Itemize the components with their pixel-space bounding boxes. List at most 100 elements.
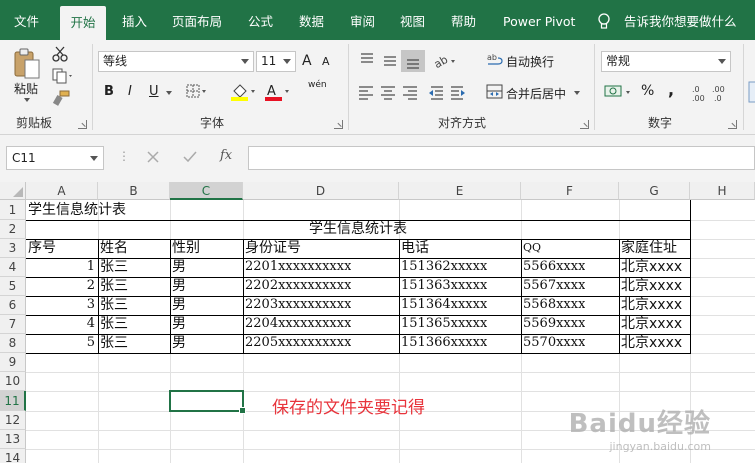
row-header-7[interactable]: 7 xyxy=(0,315,26,334)
cancel-icon[interactable] xyxy=(146,150,160,164)
table-cell[interactable]: 男 xyxy=(172,334,186,352)
table-cell[interactable]: 151363xxxxx xyxy=(401,277,487,295)
column-header-a[interactable]: A xyxy=(26,182,98,200)
row-header-5[interactable]: 5 xyxy=(0,277,26,296)
horizontal-align-icons[interactable] xyxy=(357,84,467,102)
font-color-icon[interactable]: A xyxy=(264,82,290,102)
header-cell-phone[interactable]: 电话 xyxy=(401,239,429,257)
row-header-6[interactable]: 6 xyxy=(0,296,26,315)
column-header-h[interactable]: H xyxy=(690,182,755,200)
chevron-down-icon[interactable] xyxy=(718,59,726,64)
percent-button[interactable]: % xyxy=(641,83,654,99)
tab-power-pivot[interactable]: Power Pivot xyxy=(503,0,575,40)
wrap-text-icon[interactable]: ab xyxy=(486,51,504,69)
conditional-format-icon[interactable] xyxy=(748,80,755,104)
worksheet-grid[interactable]: A B C D E F G H 1 2 3 4 5 6 7 8 9 10 11 … xyxy=(0,182,755,463)
grow-font-button[interactable]: A xyxy=(302,53,312,69)
comma-button[interactable]: , xyxy=(668,80,674,99)
fill-color-icon[interactable] xyxy=(230,82,256,102)
orientation-icon[interactable]: ab xyxy=(432,52,458,70)
header-cell-gender[interactable]: 性别 xyxy=(172,239,200,257)
row-header-12[interactable]: 12 xyxy=(0,411,26,430)
table-cell[interactable]: 2201xxxxxxxxxx xyxy=(245,258,351,276)
tab-insert[interactable]: 插入 xyxy=(122,0,147,40)
table-cell[interactable]: 北京xxxx xyxy=(621,277,682,295)
table-cell[interactable]: 5569xxxx xyxy=(523,315,585,333)
row-header-13[interactable]: 13 xyxy=(0,430,26,449)
enter-check-icon[interactable] xyxy=(182,150,198,164)
table-cell[interactable]: 张三 xyxy=(100,315,128,333)
formula-input[interactable] xyxy=(248,146,755,170)
column-header-c[interactable]: C xyxy=(170,182,243,200)
active-cell-c11[interactable] xyxy=(169,390,246,414)
number-launcher-icon[interactable] xyxy=(728,120,737,129)
font-name-combo[interactable]: 等线 xyxy=(98,51,254,72)
alignment-launcher-icon[interactable] xyxy=(580,120,589,129)
name-box[interactable]: C11 xyxy=(6,146,104,170)
header-cell-id-number[interactable]: 身份证号 xyxy=(245,239,301,257)
row-header-3[interactable]: 3 xyxy=(0,239,26,258)
font-launcher-icon[interactable] xyxy=(334,120,343,129)
table-cell[interactable]: 男 xyxy=(172,315,186,333)
insert-function-button[interactable]: fx xyxy=(220,148,232,163)
table-cell[interactable]: 张三 xyxy=(100,258,128,276)
table-cell[interactable]: 2 xyxy=(26,277,98,295)
table-cell[interactable]: 151362xxxxx xyxy=(401,258,487,276)
table-cell[interactable]: 5566xxxx xyxy=(523,258,585,276)
table-cell[interactable]: 北京xxxx xyxy=(621,296,682,314)
column-header-d[interactable]: D xyxy=(243,182,399,200)
table-cell[interactable]: 1 xyxy=(26,258,98,276)
wrap-text-button[interactable]: 自动换行 xyxy=(506,53,554,70)
table-cell[interactable]: 151364xxxxx xyxy=(401,296,487,314)
number-format-combo[interactable]: 常规 xyxy=(601,51,731,72)
merge-center-button[interactable]: 合并后居中 xyxy=(506,85,566,102)
header-cell-seq[interactable]: 序号 xyxy=(28,239,56,257)
table-cell[interactable]: 2202xxxxxxxxxx xyxy=(245,277,351,295)
header-cell-name[interactable]: 姓名 xyxy=(100,239,128,257)
tell-me-search[interactable]: 告诉我你想要做什么 xyxy=(624,0,737,40)
table-cell[interactable]: 151365xxxxx xyxy=(401,315,487,333)
row-header-2[interactable]: 2 xyxy=(0,220,26,239)
table-cell[interactable]: 张三 xyxy=(100,334,128,352)
table-cell[interactable]: 2204xxxxxxxxxx xyxy=(245,315,351,333)
cell-a1[interactable]: 学生信息统计表 xyxy=(28,201,126,219)
tab-review[interactable]: 审阅 xyxy=(350,0,375,40)
column-header-e[interactable]: E xyxy=(399,182,521,200)
chevron-down-icon[interactable] xyxy=(90,156,98,161)
tab-formulas[interactable]: 公式 xyxy=(248,0,273,40)
tab-view[interactable]: 视图 xyxy=(400,0,425,40)
table-cell[interactable]: 151366xxxxx xyxy=(401,334,487,352)
underline-button[interactable]: U xyxy=(149,84,159,99)
row-header-11[interactable]: 11 xyxy=(0,391,26,411)
chevron-down-icon[interactable] xyxy=(283,59,291,64)
table-cell[interactable]: 2205xxxxxxxxxx xyxy=(245,334,351,352)
table-cell[interactable]: 5570xxxx xyxy=(523,334,585,352)
table-cell[interactable]: 4 xyxy=(26,315,98,333)
table-cell[interactable]: 北京xxxx xyxy=(621,334,682,352)
table-cell[interactable]: 男 xyxy=(172,277,186,295)
table-cell[interactable]: 北京xxxx xyxy=(621,315,682,333)
tab-file[interactable]: 文件 xyxy=(14,0,39,40)
row-header-10[interactable]: 10 xyxy=(0,372,26,391)
table-cell[interactable]: 2203xxxxxxxxxx xyxy=(245,296,351,314)
shrink-font-button[interactable]: A xyxy=(322,55,330,68)
cell-a2-title[interactable]: 学生信息统计表 xyxy=(26,220,690,238)
paste-dropdown-icon[interactable] xyxy=(24,98,30,102)
merge-center-icon[interactable] xyxy=(486,84,504,100)
vertical-align-icons[interactable] xyxy=(357,50,427,72)
paste-button[interactable]: 粘贴 xyxy=(14,80,38,97)
tab-data[interactable]: 数据 xyxy=(299,0,324,40)
format-painter-icon[interactable] xyxy=(52,90,70,106)
table-cell[interactable]: 3 xyxy=(26,296,98,314)
tab-help[interactable]: 帮助 xyxy=(451,0,476,40)
select-all-corner[interactable] xyxy=(0,182,26,200)
table-cell[interactable]: 5567xxxx xyxy=(523,277,585,295)
header-cell-address[interactable]: 家庭住址 xyxy=(621,239,677,257)
column-header-f[interactable]: F xyxy=(521,182,619,200)
row-header-8[interactable]: 8 xyxy=(0,334,26,353)
clipboard-launcher-icon[interactable] xyxy=(78,120,87,129)
row-header-14[interactable]: 14 xyxy=(0,449,26,463)
tab-page-layout[interactable]: 页面布局 xyxy=(172,0,222,40)
table-cell[interactable]: 5 xyxy=(26,334,98,352)
cut-icon[interactable] xyxy=(52,46,68,62)
